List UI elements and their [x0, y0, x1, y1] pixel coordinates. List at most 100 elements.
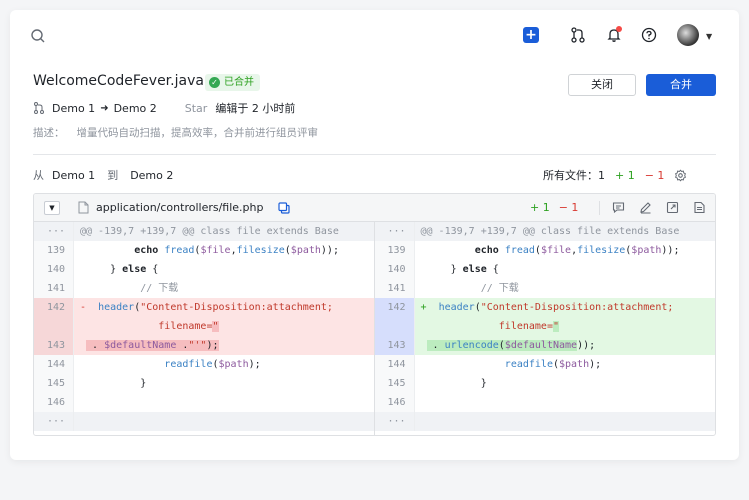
expand-button[interactable]: ···: [374, 412, 415, 431]
line-number: 143: [374, 336, 415, 355]
bell-icon[interactable]: [606, 26, 622, 43]
code-row: 145 }: [374, 374, 716, 393]
gear-icon[interactable]: [674, 168, 687, 182]
added-count: + 1: [615, 168, 635, 182]
all-files-count: 所有文件：1: [543, 169, 605, 182]
line-number: 146: [34, 393, 74, 412]
branch-row: Demo 1 ➜ Demo 2 Star 编辑于 2 小时前: [33, 99, 295, 117]
code-row: 144 readfile($path);: [34, 355, 374, 374]
line-number: 142: [374, 298, 415, 317]
collapse-toggle[interactable]: ▼: [44, 201, 60, 215]
added-row: 142 + header("Content-Disposition:attachm…: [374, 298, 715, 317]
search-icon[interactable]: [30, 28, 46, 44]
code-line: // 下载: [140, 283, 179, 294]
code-line: } else {: [80, 264, 159, 275]
merge-button[interactable]: 合并: [646, 74, 716, 96]
code-line: readfile($path);: [164, 359, 261, 370]
line-number: 145: [34, 374, 74, 393]
deleted-row: filename=": [34, 317, 374, 336]
code-row: 141 // 下载: [34, 279, 374, 298]
file-actions: [612, 201, 706, 214]
line-number: [34, 317, 74, 336]
diff-summary: 所有文件：1 + 1 − 1: [543, 167, 687, 183]
merge-request-card: + ▼ WelcomeCodeFever.java ✓ 已合并 关闭 合并 Dem…: [10, 10, 739, 460]
code-row: 140 } else {: [34, 260, 374, 279]
code-line: }: [420, 378, 487, 389]
to-branch[interactable]: Demo 2: [130, 169, 173, 182]
view-file-icon[interactable]: [693, 201, 706, 214]
divider: [33, 154, 716, 155]
from-label: 从: [33, 169, 44, 182]
code-row: 141 // 下载: [374, 279, 716, 298]
line-number: 139: [34, 241, 74, 260]
separator: [599, 201, 600, 215]
line-number: 140: [34, 260, 74, 279]
file-stats: + 1 − 1: [530, 201, 578, 214]
close-button[interactable]: 关闭: [568, 74, 636, 96]
hunk-header-row: ··· @@ -139,7 +139,7 @@ class file extend…: [374, 222, 715, 241]
code-row: 146: [374, 393, 716, 412]
to-label: 到: [107, 169, 119, 182]
code-line: filename=": [74, 317, 374, 336]
file-icon: [78, 201, 89, 214]
from-branch[interactable]: Demo 1: [52, 169, 95, 182]
expand-row: ···: [374, 412, 715, 431]
expand-button[interactable]: ···: [34, 412, 74, 431]
line-number: 141: [34, 279, 74, 298]
removed-count: − 1: [644, 168, 665, 182]
code-row: 145 }: [34, 374, 374, 393]
code-line: filename=": [414, 317, 715, 336]
file-header: ▼ application/controllers/file.php + 1 −…: [34, 194, 715, 222]
check-icon: ✓: [209, 77, 220, 88]
arrow-right-icon: ➜: [100, 102, 109, 114]
help-icon[interactable]: [641, 27, 657, 43]
hunk-header: @@ -139,7 +139,7 @@ class file extends B…: [414, 222, 715, 241]
avatar[interactable]: [677, 24, 699, 46]
edited-time: 编辑于 2 小时前: [215, 102, 296, 115]
branch-icon: [34, 102, 44, 114]
star-button[interactable]: Star: [185, 102, 208, 115]
file-path: application/controllers/file.php: [96, 201, 264, 214]
empty-line: [74, 412, 374, 431]
top-bar: + ▼: [10, 10, 739, 60]
code-line: - header("Content-Disposition:attachment…: [74, 298, 374, 317]
pull-request-icon[interactable]: [570, 27, 586, 43]
page-title: WelcomeCodeFever.java: [33, 73, 204, 89]
comment-icon[interactable]: [612, 201, 625, 214]
line-number: 144: [374, 355, 415, 374]
code-line: // 下载: [480, 283, 519, 294]
expand-row: ···: [34, 412, 374, 431]
added-row: 143 . urlencode($defaultName));: [374, 336, 715, 355]
line-number: 139: [374, 241, 415, 260]
line-number: 140: [374, 260, 415, 279]
source-branch[interactable]: Demo 1: [52, 102, 95, 115]
expand-button[interactable]: ···: [374, 222, 415, 241]
code-line: } else {: [420, 264, 499, 275]
status-badge-label: 已合并: [224, 77, 254, 88]
expand-button[interactable]: ···: [34, 222, 74, 241]
code-row: 139 echo fread($file,filesize($path));: [374, 241, 716, 260]
empty-line: [414, 412, 715, 431]
copy-icon[interactable]: [278, 202, 290, 214]
deleted-row: 142- header("Content-Disposition:attachm…: [34, 298, 374, 317]
code-line: readfile($path);: [504, 359, 602, 370]
code-row: 140 } else {: [374, 260, 716, 279]
edit-icon[interactable]: [639, 201, 652, 214]
code-line: echo fread($file,filesize($path));: [474, 245, 680, 256]
plus-icon[interactable]: +: [523, 27, 539, 43]
code-row: 146: [34, 393, 374, 412]
hunk-header: @@ -139,7 +139,7 @@ class file extends B…: [74, 222, 374, 241]
chevron-down-icon[interactable]: ▼: [706, 32, 712, 41]
hunk-header-row: ··· @@ -139,7 +139,7 @@ class file extend…: [34, 222, 374, 241]
diff-panes: ··· @@ -139,7 +139,7 @@ class file extend…: [34, 222, 716, 435]
code-line: }: [80, 378, 147, 389]
line-number: 144: [34, 355, 74, 374]
open-external-icon[interactable]: [666, 201, 679, 214]
description-text: 增量代码自动扫描，提高效率，合并前进行组员评审: [76, 127, 319, 139]
line-number: 145: [374, 374, 415, 393]
code-line: echo fread($file,filesize($path));: [134, 245, 339, 256]
target-branch[interactable]: Demo 2: [114, 102, 157, 115]
status-badge: ✓ 已合并: [205, 74, 260, 91]
